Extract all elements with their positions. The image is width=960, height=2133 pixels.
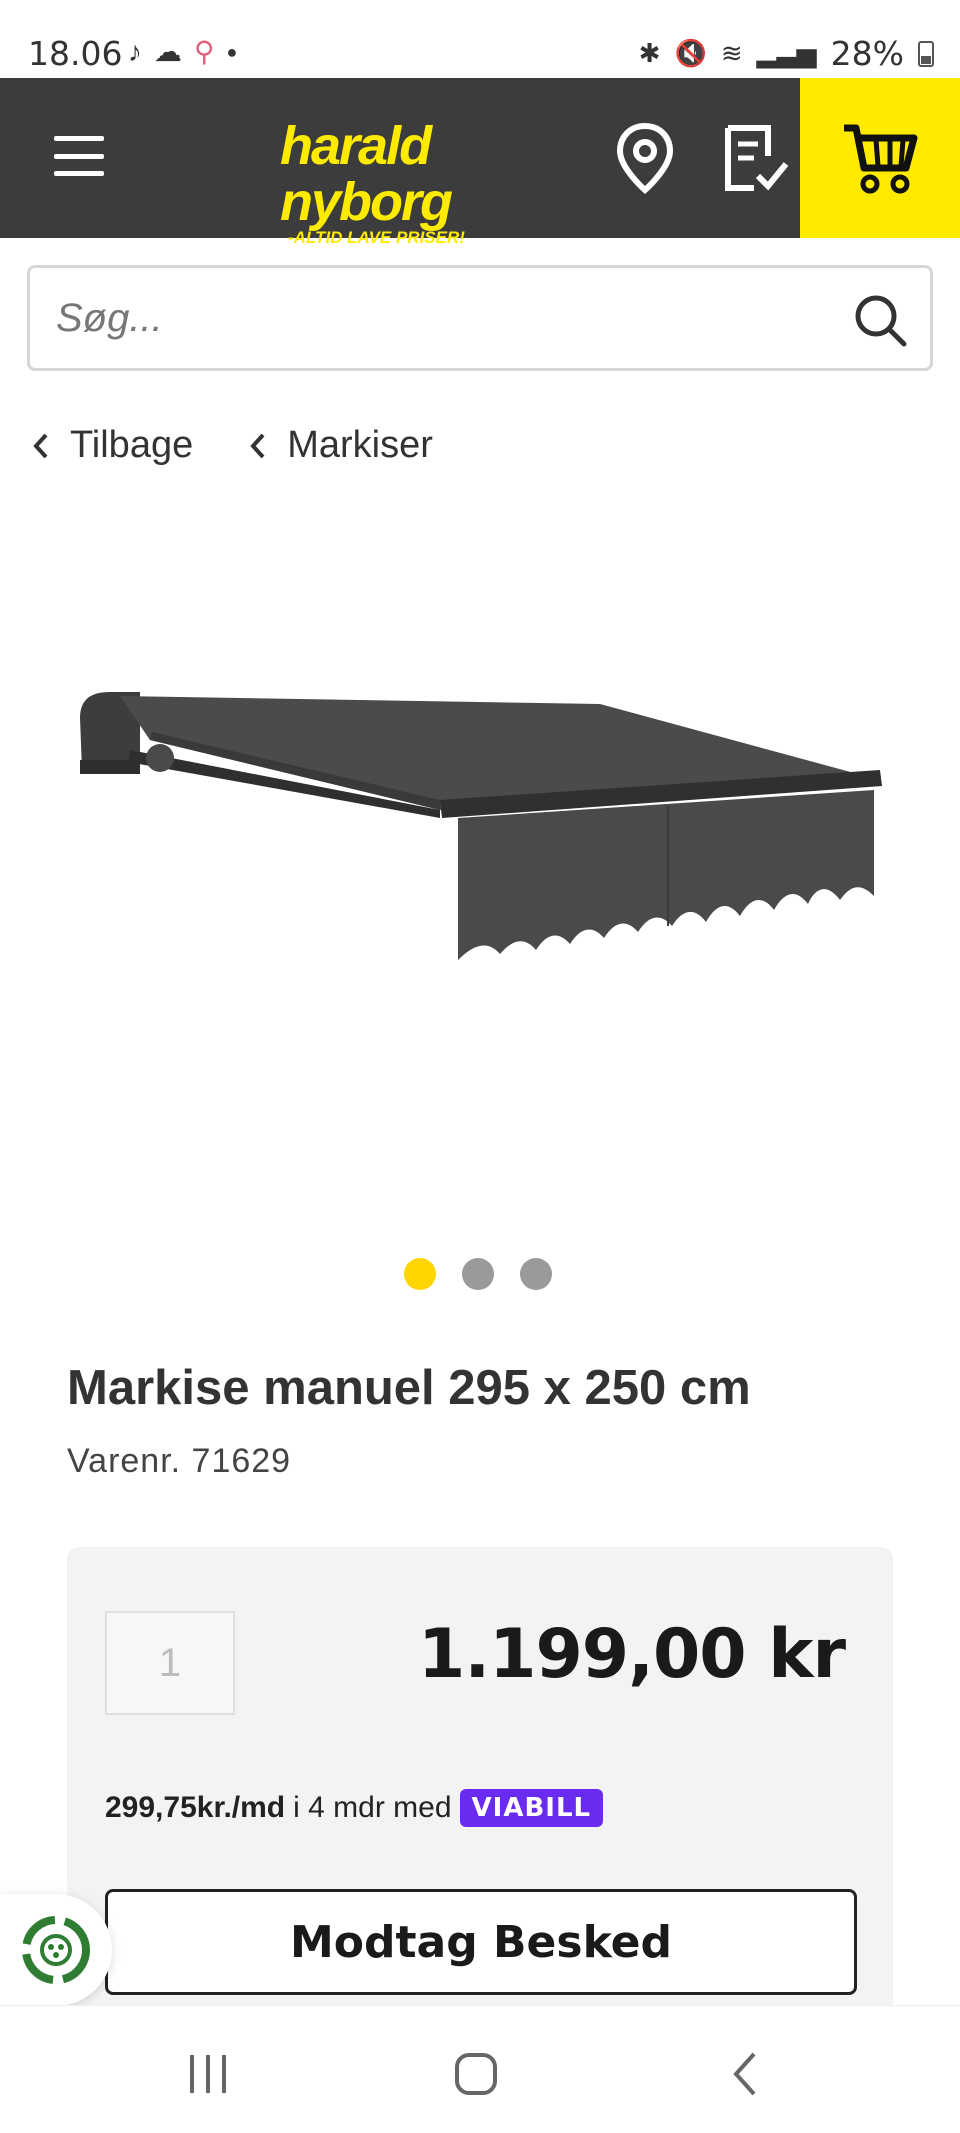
back-link[interactable]: Tilbage — [30, 424, 193, 467]
back-label: Tilbage — [70, 424, 194, 466]
signal-icon: ▂▃▅ — [756, 38, 817, 68]
product-title: Markise manuel 295 x 250 cm — [67, 1361, 751, 1415]
breadcrumb: Tilbage Markiser — [30, 424, 433, 467]
logo[interactable]: harald nyborg -ALTID LAVE PRISER! — [280, 118, 550, 248]
search-input[interactable] — [56, 268, 816, 368]
price-panel: 1.199,00 kr 299,75kr./md i 4 mdr med VIA… — [67, 1547, 893, 2017]
system-nav-bar — [0, 2005, 960, 2133]
logo-text: harald nyborg — [280, 116, 453, 232]
status-time: 18.06 — [28, 34, 123, 73]
installment-info: 299,75kr./md i 4 mdr med VIABILL — [105, 1789, 604, 1827]
tiktok-icon: ♪ — [128, 36, 142, 67]
quantity-input[interactable] — [105, 1611, 235, 1715]
battery-icon — [918, 40, 934, 67]
notify-button[interactable]: Modtag Besked — [105, 1889, 857, 1995]
cart-button[interactable] — [800, 78, 960, 238]
home-icon — [455, 2053, 497, 2095]
product-image[interactable] — [60, 600, 890, 1000]
back-button[interactable] — [716, 2044, 776, 2104]
wifi-icon: ≋ — [720, 38, 743, 68]
recents-icon — [190, 2055, 226, 2093]
category-link[interactable]: Markiser — [247, 424, 433, 467]
status-system-icons: ✱ 🔇 ≋ ▂▃▅ 28% — [639, 34, 934, 73]
carousel-dot-2[interactable] — [462, 1258, 494, 1290]
product-price: 1.199,00 kr — [418, 1615, 846, 1694]
chevron-left-icon — [33, 433, 48, 458]
carousel-dot-3[interactable] — [520, 1258, 552, 1290]
cloud-icon: ☁ — [154, 36, 182, 67]
cart-icon — [844, 124, 918, 194]
home-button[interactable] — [446, 2044, 506, 2104]
chevron-left-icon — [250, 433, 265, 458]
logo-tagline: -ALTID LAVE PRISER! — [288, 228, 465, 247]
dot-icon: ● — [226, 42, 238, 62]
site-header: harald nyborg -ALTID LAVE PRISER! — [0, 78, 960, 247]
mute-icon: 🔇 — [674, 38, 707, 68]
category-label: Markiser — [287, 424, 433, 466]
status-bar: 18.06 ♪ ☁ ⚲ ● ✱ 🔇 ≋ ▂▃▅ 28% — [0, 0, 960, 78]
installment-text: i 4 mdr med — [293, 1791, 452, 1824]
installment-amount: 299,75kr./md — [105, 1791, 286, 1824]
location-notify-icon: ⚲ — [194, 36, 215, 67]
status-notification-icons: ♪ ☁ ⚲ ● — [128, 34, 237, 70]
location-pin-icon[interactable] — [608, 120, 682, 196]
recycle-badge-icon — [22, 1916, 90, 1984]
search-box — [27, 265, 933, 371]
eco-badge[interactable] — [0, 1894, 112, 2006]
checklist-icon[interactable] — [718, 120, 792, 196]
back-icon — [733, 2052, 756, 2096]
bluetooth-icon: ✱ — [638, 38, 661, 68]
hamburger-icon[interactable] — [54, 136, 104, 176]
carousel-dots — [404, 1258, 552, 1290]
battery-percent: 28% — [830, 34, 904, 73]
carousel-dot-1[interactable] — [404, 1258, 436, 1290]
search-icon[interactable] — [852, 292, 908, 348]
viabill-logo[interactable]: VIABILL — [459, 1789, 604, 1827]
product-sku: Varenr. 71629 — [67, 1442, 292, 1480]
recents-button[interactable] — [178, 2044, 238, 2104]
